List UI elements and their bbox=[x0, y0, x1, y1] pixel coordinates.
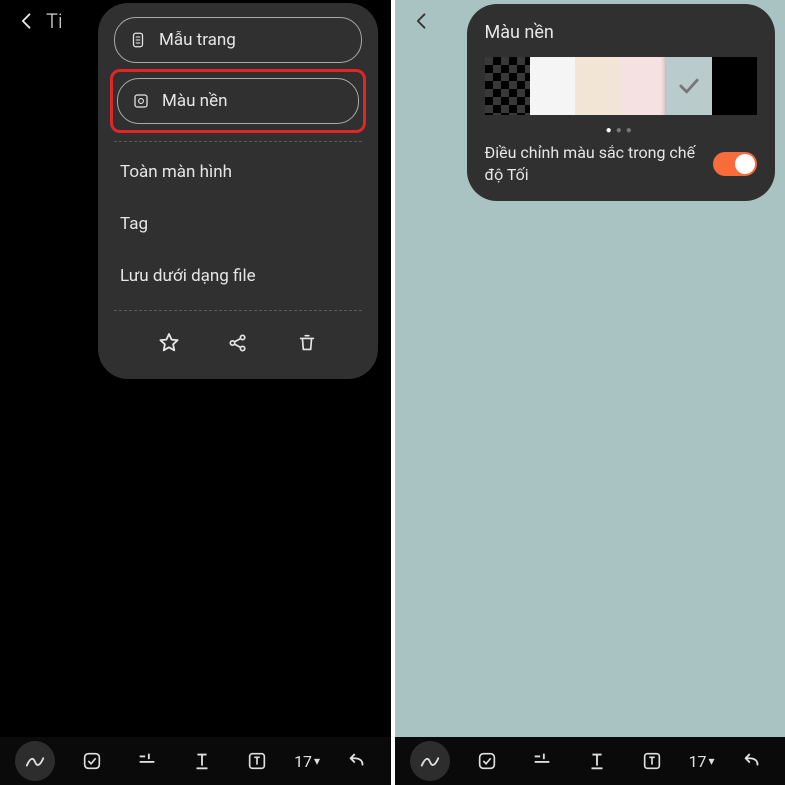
list-tool[interactable] bbox=[129, 743, 165, 779]
menu-savefile[interactable]: Lưu dưới dạng file bbox=[114, 250, 362, 302]
font-size-value: 17 bbox=[689, 752, 707, 771]
checkbox-tool[interactable] bbox=[74, 743, 110, 779]
menu-background-button[interactable]: Màu nền bbox=[117, 78, 359, 124]
darkmode-toggle[interactable] bbox=[713, 152, 757, 176]
text-box-tool[interactable] bbox=[239, 743, 275, 779]
color-swatch-black[interactable] bbox=[712, 57, 757, 115]
menu-tag[interactable]: Tag bbox=[114, 198, 362, 250]
panel-title: Màu nền bbox=[485, 22, 758, 43]
toolbar: 17 ▾ bbox=[395, 737, 785, 785]
menu-fullscreen[interactable]: Toàn màn hình bbox=[114, 146, 362, 198]
separator bbox=[114, 141, 362, 142]
trash-icon[interactable] bbox=[289, 325, 325, 361]
pen-tool[interactable] bbox=[410, 741, 450, 781]
star-icon[interactable] bbox=[151, 325, 187, 361]
page-template-icon bbox=[129, 31, 147, 49]
menu-template-label: Mẫu trang bbox=[159, 30, 236, 50]
pen-tool[interactable] bbox=[15, 741, 55, 781]
color-swatch-row bbox=[485, 57, 758, 115]
text-underline-tool[interactable] bbox=[579, 743, 615, 779]
darkmode-label: Điều chỉnh màu sắc trong chế độ Tối bbox=[485, 142, 700, 185]
menu-background-label: Màu nền bbox=[162, 91, 227, 111]
undo-tool[interactable] bbox=[339, 743, 375, 779]
font-size-tool[interactable]: 17 ▾ bbox=[689, 743, 715, 779]
color-swatch-transparent[interactable] bbox=[485, 57, 530, 115]
toolbar: 17 ▾ bbox=[0, 737, 391, 785]
context-menu: Mẫu trang Màu nền Toàn màn hình Tag Lưu … bbox=[98, 3, 378, 379]
share-icon[interactable] bbox=[220, 325, 256, 361]
screen-right: Màu nền ●●● Điều chỉnh màu sắc trong chế… bbox=[393, 0, 785, 785]
color-swatch-teal[interactable] bbox=[666, 57, 711, 115]
toggle-knob bbox=[735, 154, 755, 174]
font-size-tool[interactable]: 17 ▾ bbox=[294, 743, 320, 779]
undo-tool[interactable] bbox=[734, 743, 770, 779]
back-button[interactable] bbox=[8, 2, 46, 40]
chevron-down-icon: ▾ bbox=[314, 754, 320, 768]
highlight-frame: Màu nền bbox=[110, 69, 366, 133]
text-box-tool[interactable] bbox=[634, 743, 670, 779]
back-button[interactable] bbox=[403, 2, 441, 40]
page-title: Ti bbox=[46, 9, 62, 33]
checkbox-tool[interactable] bbox=[469, 743, 505, 779]
action-row bbox=[114, 315, 362, 361]
color-swatch-pink[interactable] bbox=[621, 57, 666, 115]
text-underline-tool[interactable] bbox=[184, 743, 220, 779]
color-swatch-cream[interactable] bbox=[575, 57, 620, 115]
screen-left: Ti Mẫu trang Màu nền Toàn màn hình Tag L… bbox=[0, 0, 393, 785]
color-swatch-white[interactable] bbox=[530, 57, 575, 115]
page-dots: ●●● bbox=[485, 125, 758, 136]
darkmode-toggle-row: Điều chỉnh màu sắc trong chế độ Tối bbox=[485, 142, 758, 185]
list-tool[interactable] bbox=[524, 743, 560, 779]
separator bbox=[114, 310, 362, 311]
chevron-down-icon: ▾ bbox=[709, 754, 715, 768]
menu-template-button[interactable]: Mẫu trang bbox=[114, 17, 362, 63]
font-size-value: 17 bbox=[294, 752, 312, 771]
background-color-icon bbox=[132, 92, 150, 110]
background-color-panel: Màu nền ●●● Điều chỉnh màu sắc trong chế… bbox=[467, 4, 776, 201]
